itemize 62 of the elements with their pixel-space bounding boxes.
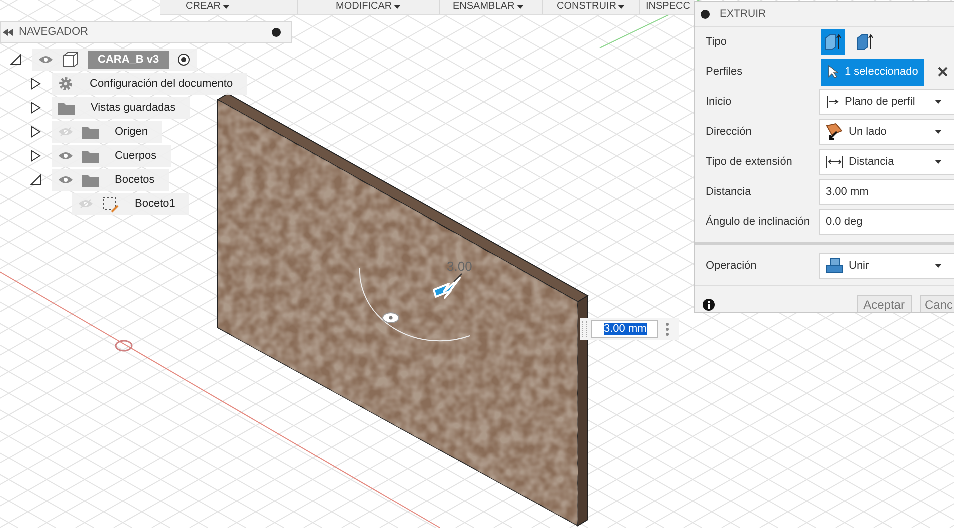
info-icon[interactable]: [703, 299, 715, 311]
selection-button[interactable]: 1 seleccionado: [821, 58, 924, 86]
input-field[interactable]: 0.0 deg: [819, 209, 954, 235]
toolbar-menu[interactable]: CONSTRUIR: [543, 0, 640, 14]
folder-icon: [82, 174, 99, 186]
dropdown[interactable]: Plano de perfil: [819, 89, 954, 115]
caret-icon: [935, 130, 942, 134]
dropdown[interactable]: Distancia: [819, 149, 954, 175]
arrow-icon[interactable]: [433, 277, 461, 299]
dialog-button[interactable]: Aceptar: [856, 294, 912, 312]
panel-title: EXTRUIR: [720, 8, 766, 20]
cube-icon: [62, 52, 80, 68]
minimize-icon[interactable]: [701, 10, 710, 18]
field-label: Tipo de extensión: [705, 156, 794, 168]
origin-icon: [115, 340, 133, 352]
field-label: Operación: [705, 260, 758, 272]
toolbar-menu[interactable]: CREAR: [160, 0, 298, 14]
start-plane-icon: [826, 95, 840, 109]
join-icon: [826, 258, 844, 274]
folder-icon: [82, 150, 99, 162]
collapse-icon[interactable]: [3, 28, 13, 36]
distance-input[interactable]: 3.00 mm: [591, 320, 658, 338]
folder-icon: [58, 102, 75, 114]
toolbar-menu[interactable]: ENSAMBLAR: [440, 0, 543, 14]
leader-line: [454, 274, 462, 282]
drag-handle-icon[interactable]: [582, 321, 587, 337]
direction-icon: [826, 123, 844, 141]
collapsed-triangle-icon[interactable]: [30, 150, 42, 162]
distance-icon: [826, 155, 844, 169]
caret-icon: [935, 160, 942, 164]
toolbar-menu[interactable]: MODIFICAR: [298, 0, 440, 14]
folder-icon: [82, 126, 99, 138]
toolbar-menu[interactable]: INSPECC: [640, 0, 690, 14]
expanded-triangle-icon[interactable]: [30, 174, 42, 186]
collapsed-triangle-icon[interactable]: [30, 78, 42, 90]
minimize-icon[interactable]: [272, 28, 281, 36]
field-label: Distancia: [705, 186, 752, 198]
collapsed-triangle-icon[interactable]: [30, 102, 42, 114]
field-label: Tipo: [705, 36, 728, 48]
field-label: Dirección: [705, 126, 753, 138]
clear-icon[interactable]: [938, 67, 948, 77]
eye-icon[interactable]: [38, 55, 54, 65]
navigator-title: NAVEGADOR: [19, 26, 90, 38]
sketch-icon: [102, 196, 119, 212]
dimension-label: 3.00: [447, 259, 472, 274]
caret-icon: [935, 264, 942, 268]
caret-icon: [935, 100, 942, 104]
field-label: Inicio: [705, 96, 733, 108]
eye-icon[interactable]: [58, 151, 74, 161]
dialog-button[interactable]: Canc: [920, 294, 954, 312]
solid-extrude-button[interactable]: [821, 29, 845, 55]
dropdown[interactable]: Unir: [819, 253, 954, 279]
cursor-icon: [827, 65, 839, 79]
collapsed-triangle-icon[interactable]: [30, 126, 42, 138]
field-label: Perfiles: [705, 66, 744, 78]
active-radio-icon[interactable]: [177, 53, 192, 67]
gear-icon: [58, 76, 74, 92]
eye-icon[interactable]: [58, 175, 74, 185]
field-label: Ángulo de inclinación: [705, 216, 811, 228]
input-field[interactable]: 3.00 mm: [819, 179, 954, 205]
expanded-triangle-icon[interactable]: [10, 54, 22, 66]
dropdown[interactable]: Un lado: [819, 119, 954, 145]
